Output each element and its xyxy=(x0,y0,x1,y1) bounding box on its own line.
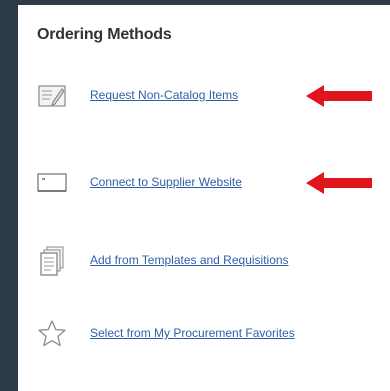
edit-form-icon xyxy=(38,85,66,107)
method-connect-supplier[interactable]: Connect to Supplier Website xyxy=(18,167,390,207)
method-link-label[interactable]: Select from My Procurement Favorites xyxy=(90,326,295,340)
documents-icon xyxy=(40,246,64,276)
star-icon xyxy=(38,320,66,347)
method-link-label[interactable]: Connect to Supplier Website xyxy=(90,175,242,189)
ordering-methods-panel: Ordering Methods Request Non-Catalog Ite… xyxy=(18,5,390,391)
method-add-from-templates[interactable]: Add from Templates and Requisitions xyxy=(18,245,390,285)
panel-title: Ordering Methods xyxy=(37,26,172,43)
method-link-label[interactable]: Add from Templates and Requisitions xyxy=(90,253,289,267)
red-arrow-icon xyxy=(306,172,372,194)
method-link-label[interactable]: Request Non-Catalog Items xyxy=(90,88,238,102)
method-select-favorites[interactable]: Select from My Procurement Favorites xyxy=(18,318,390,358)
red-arrow-icon xyxy=(306,85,372,107)
monitor-icon xyxy=(37,173,67,192)
method-request-non-catalog[interactable]: Request Non-Catalog Items xyxy=(18,80,390,120)
